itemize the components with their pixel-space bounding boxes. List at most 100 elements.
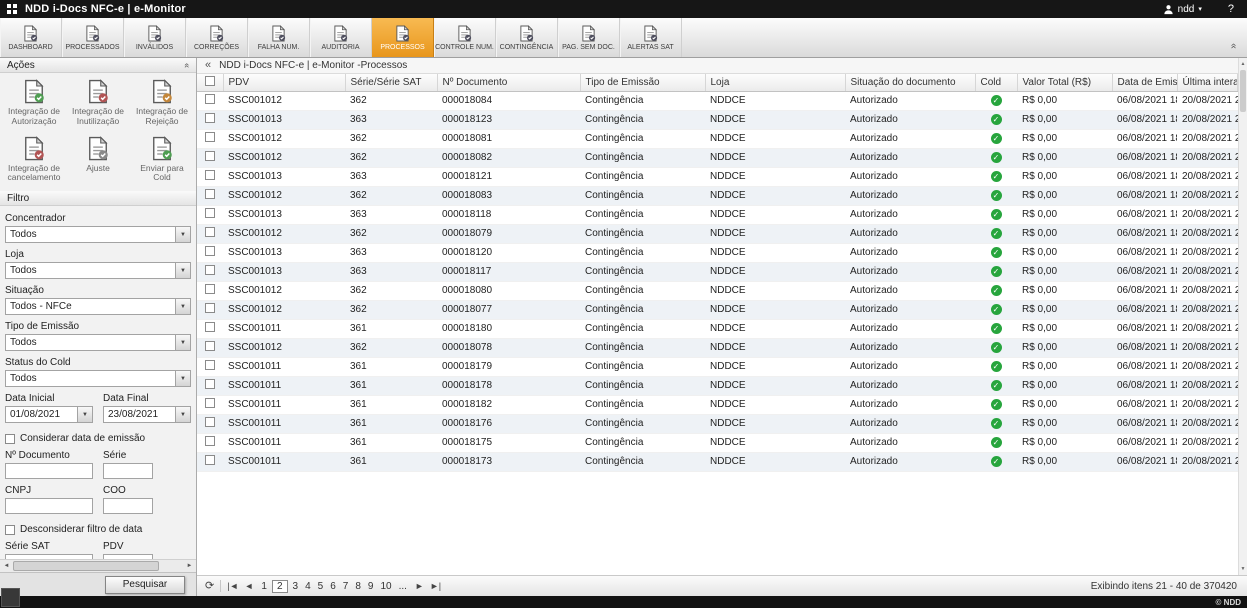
row-checkbox[interactable]	[205, 94, 215, 104]
row-checkbox[interactable]	[205, 208, 215, 218]
prev-page-icon[interactable]: ◄	[244, 582, 253, 591]
refresh-icon[interactable]: ⟳	[205, 581, 214, 592]
tab-pag-sem-doc[interactable]: PAG. SEM DOC.	[558, 18, 620, 57]
table-row[interactable]: SSC001012362000018079ContingênciaNDDCEAu…	[197, 224, 1238, 243]
considerar-data-emissao-checkbox[interactable]	[5, 434, 15, 444]
collapse-ribbon-icon[interactable]: »	[1229, 43, 1239, 49]
page-10[interactable]: 10	[378, 581, 393, 592]
row-checkbox[interactable]	[205, 132, 215, 142]
first-page-icon[interactable]: |◄	[227, 582, 238, 591]
scroll-down-icon[interactable]: ▼	[1239, 564, 1247, 574]
column-header-n-documento[interactable]: Nº Documento	[437, 74, 580, 91]
column-header-loja[interactable]: Loja	[705, 74, 845, 91]
select-all-checkbox[interactable]	[205, 76, 215, 86]
row-checkbox[interactable]	[205, 170, 215, 180]
table-row[interactable]: SSC001013363000018121ContingênciaNDDCEAu…	[197, 167, 1238, 186]
page-4[interactable]: 4	[303, 581, 313, 592]
scroll-up-icon[interactable]: ▲	[1239, 59, 1247, 69]
row-checkbox[interactable]	[205, 436, 215, 446]
row-checkbox[interactable]	[205, 322, 215, 332]
table-row[interactable]: SSC001013363000018123ContingênciaNDDCEAu…	[197, 110, 1238, 129]
action-integracao-de-rejeicao[interactable]: Integração de Rejeição	[130, 79, 194, 127]
table-vertical-scrollbar[interactable]: ▲ ▼	[1238, 58, 1247, 575]
table-row[interactable]: SSC001012362000018081ContingênciaNDDCEAu…	[197, 129, 1238, 148]
row-checkbox[interactable]	[205, 265, 215, 275]
table-row[interactable]: SSC001013363000018120ContingênciaNDDCEAu…	[197, 243, 1238, 262]
row-checkbox[interactable]	[205, 189, 215, 199]
num-documento-input[interactable]	[5, 463, 93, 479]
coo-input[interactable]	[103, 498, 153, 514]
action-integracao-de-cancelamento[interactable]: Integração de cancelamento	[2, 136, 66, 184]
table-row[interactable]: SSC001012362000018078ContingênciaNDDCEAu…	[197, 338, 1238, 357]
action-integracao-de-autorizacao[interactable]: Integração de Autorização	[2, 79, 66, 127]
page-[interactable]: ...	[397, 581, 409, 592]
table-row[interactable]: SSC001011361000018176ContingênciaNDDCEAu…	[197, 414, 1238, 433]
page-1[interactable]: 1	[259, 581, 269, 592]
row-checkbox[interactable]	[205, 417, 215, 427]
help-icon[interactable]: ?	[1228, 3, 1234, 15]
row-checkbox[interactable]	[205, 360, 215, 370]
column-header-tipo-de-emissao[interactable]: Tipo de Emissão	[580, 74, 705, 91]
column-header-pdv[interactable]: PDV	[223, 74, 345, 91]
row-checkbox[interactable]	[205, 398, 215, 408]
table-row[interactable]: SSC001011361000018182ContingênciaNDDCEAu…	[197, 395, 1238, 414]
collapse-actions-icon[interactable]: »	[182, 62, 191, 67]
data-final-picker[interactable]: 23/08/2021 ▼	[103, 406, 191, 423]
cnpj-input[interactable]	[5, 498, 93, 514]
row-checkbox[interactable]	[205, 379, 215, 389]
tipo-emissao-select[interactable]: Todos ▼	[5, 334, 191, 351]
sidebar-horizontal-scrollbar[interactable]: ◄ ►	[0, 559, 196, 572]
row-checkbox[interactable]	[205, 455, 215, 465]
row-checkbox[interactable]	[205, 113, 215, 123]
data-inicial-picker[interactable]: 01/08/2021 ▼	[5, 406, 93, 423]
last-page-icon[interactable]: ►|	[430, 582, 441, 591]
table-row[interactable]: SSC001012362000018084ContingênciaNDDCEAu…	[197, 91, 1238, 110]
column-header-data-de-emissao[interactable]: Data de Emissão	[1112, 74, 1177, 91]
scroll-right-icon[interactable]: ►	[183, 560, 196, 572]
app-grid-icon[interactable]	[7, 4, 17, 14]
row-checkbox[interactable]	[205, 341, 215, 351]
column-header-ultima-interacao[interactable]: Última interação	[1177, 74, 1238, 91]
column-header-situacao-do-documento[interactable]: Situação do documento	[845, 74, 975, 91]
column-header-cold[interactable]: Cold	[975, 74, 1017, 91]
desconsiderar-filtro-checkbox[interactable]	[5, 525, 15, 535]
scrollbar-thumb[interactable]	[1240, 70, 1246, 112]
tab-processos[interactable]: PROCESSOS	[372, 18, 434, 57]
table-row[interactable]: SSC001012362000018077ContingênciaNDDCEAu…	[197, 300, 1238, 319]
action-ajuste[interactable]: Ajuste	[66, 136, 130, 184]
scrollbar-thumb[interactable]	[13, 561, 159, 571]
action-integracao-de-inutilizacao[interactable]: Integração de Inutilização	[66, 79, 130, 127]
table-row[interactable]: SSC001011361000018180ContingênciaNDDCEAu…	[197, 319, 1238, 338]
row-checkbox[interactable]	[205, 284, 215, 294]
page-2[interactable]: 2	[272, 580, 288, 593]
concentrador-select[interactable]: Todos ▼	[5, 226, 191, 243]
situacao-select[interactable]: Todos - NFCe ▼	[5, 298, 191, 315]
row-checkbox[interactable]	[205, 227, 215, 237]
page-8[interactable]: 8	[353, 581, 363, 592]
collapse-sidebar-icon[interactable]: «	[205, 60, 211, 71]
page-9[interactable]: 9	[366, 581, 376, 592]
pesquisar-button[interactable]: Pesquisar	[105, 576, 185, 594]
table-row[interactable]: SSC001011361000018173ContingênciaNDDCEAu…	[197, 452, 1238, 471]
column-header-serie-serie-sat[interactable]: Série/Série SAT	[345, 74, 437, 91]
table-row[interactable]: SSC001012362000018080ContingênciaNDDCEAu…	[197, 281, 1238, 300]
next-page-icon[interactable]: ►	[415, 582, 424, 591]
tab-processados[interactable]: PROCESSADOS	[62, 18, 124, 57]
table-row[interactable]: SSC001013363000018118ContingênciaNDDCEAu…	[197, 205, 1238, 224]
tab-invalidos[interactable]: INVÁLIDOS	[124, 18, 186, 57]
tab-correcoes[interactable]: CORREÇÕES	[186, 18, 248, 57]
select-all-header[interactable]	[197, 74, 223, 91]
user-menu[interactable]: ndd ▾	[1163, 4, 1202, 15]
table-row[interactable]: SSC001013363000018117ContingênciaNDDCEAu…	[197, 262, 1238, 281]
page-3[interactable]: 3	[291, 581, 301, 592]
page-5[interactable]: 5	[316, 581, 326, 592]
action-enviar-para-cold[interactable]: Enviar para Cold	[130, 136, 194, 184]
table-row[interactable]: SSC001012362000018083ContingênciaNDDCEAu…	[197, 186, 1238, 205]
tab-controle-num[interactable]: CONTROLE NUM.	[434, 18, 496, 57]
tab-contingencia[interactable]: CONTINGÊNCIA	[496, 18, 558, 57]
table-row[interactable]: SSC001011361000018179ContingênciaNDDCEAu…	[197, 357, 1238, 376]
row-checkbox[interactable]	[205, 303, 215, 313]
table-row[interactable]: SSC001012362000018082ContingênciaNDDCEAu…	[197, 148, 1238, 167]
column-header-valor-total-r[interactable]: Valor Total (R$)	[1017, 74, 1112, 91]
page-7[interactable]: 7	[341, 581, 351, 592]
